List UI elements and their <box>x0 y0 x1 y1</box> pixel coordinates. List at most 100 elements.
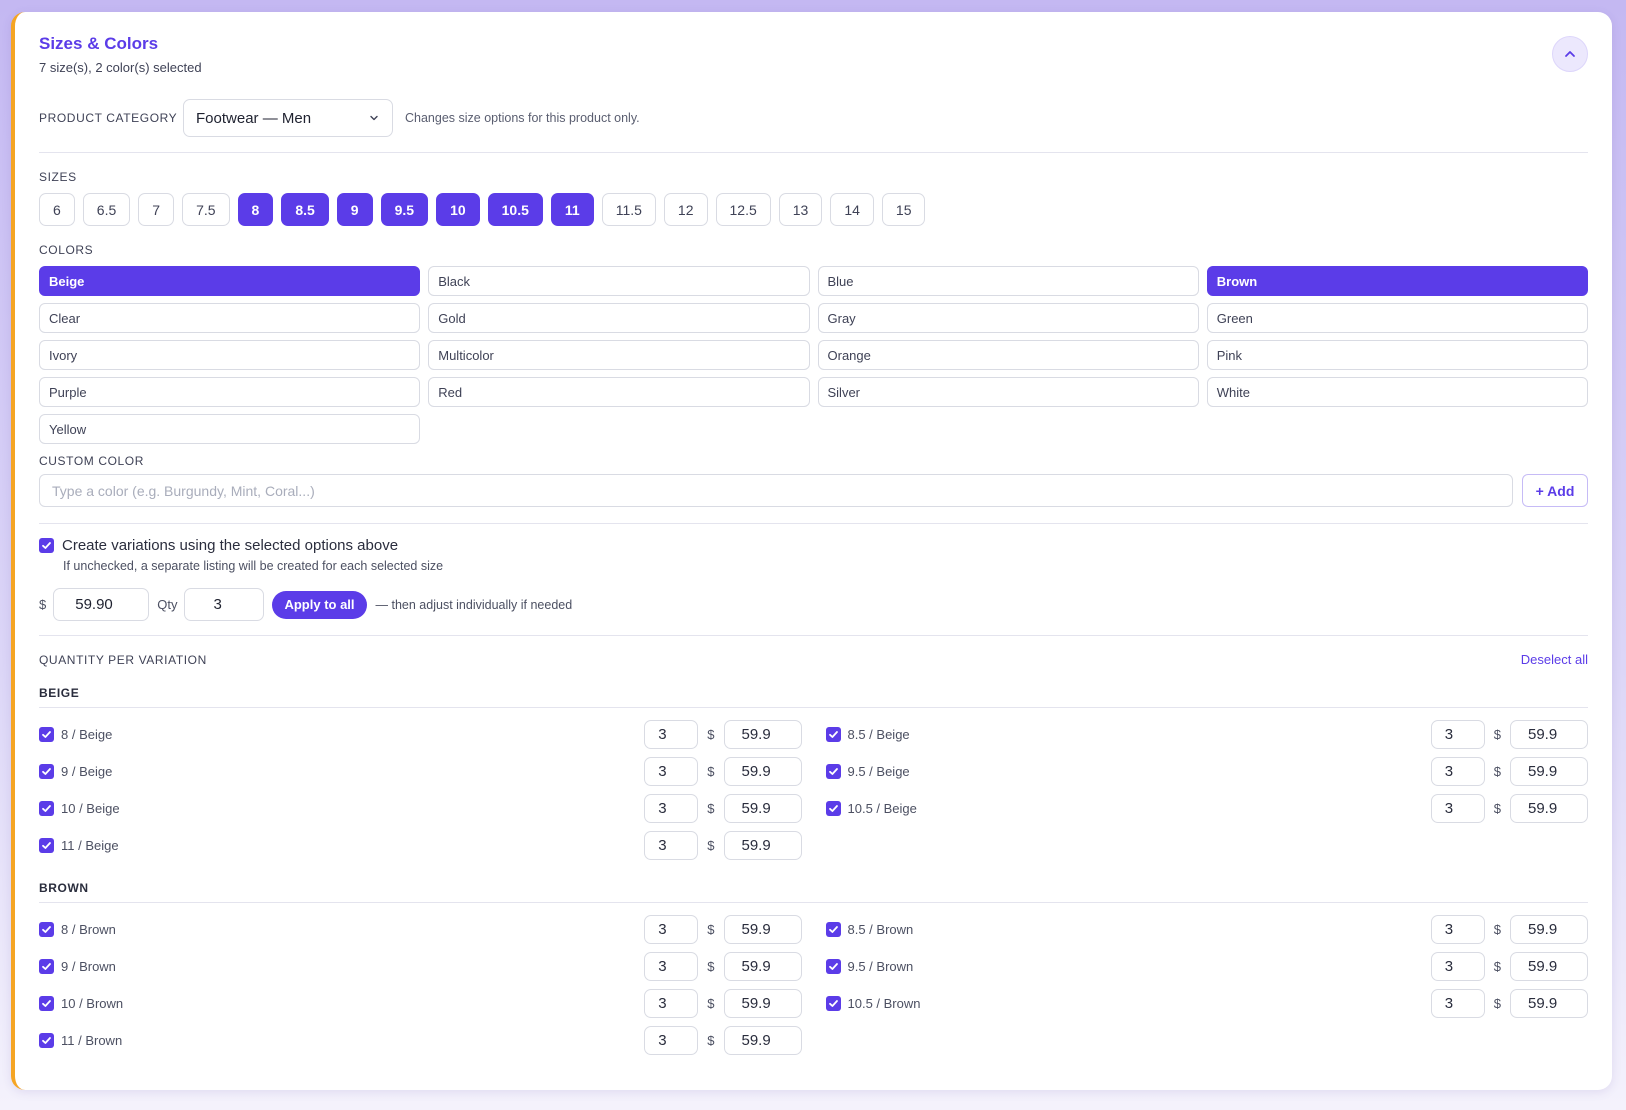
color-chip[interactable]: Orange <box>817 340 1199 370</box>
size-chip[interactable]: 8 <box>237 193 274 226</box>
color-chip[interactable]: Purple <box>39 377 421 407</box>
variation-row: 9.5 / Beige 3 $59.9 <box>825 757 1588 786</box>
variation-checkbox[interactable] <box>39 838 54 853</box>
color-chip[interactable]: Gray <box>817 303 1199 333</box>
variation-checkbox[interactable] <box>825 764 841 779</box>
variation-price-input[interactable]: 59.9 <box>723 952 802 981</box>
variation-checkbox[interactable] <box>39 922 54 937</box>
deselect-all-link[interactable]: Deselect all <box>1521 652 1588 667</box>
variation-qty-input[interactable]: 3 <box>1430 720 1485 749</box>
color-chip[interactable]: Brown <box>1206 266 1588 296</box>
variation-price-input[interactable]: 59.9 <box>1510 794 1588 823</box>
size-chip[interactable]: 9 <box>336 193 373 226</box>
size-chip[interactable]: 11 <box>550 193 594 226</box>
category-select[interactable]: Footwear — Men <box>183 99 393 137</box>
variation-checkbox[interactable] <box>825 922 841 937</box>
variation-qty-input[interactable]: 3 <box>644 757 699 786</box>
qty-label: Qty <box>157 597 178 612</box>
color-chip[interactable]: Multicolor <box>428 340 810 370</box>
size-chip[interactable]: 14 <box>830 193 874 226</box>
sizes-label: SIZES <box>39 170 77 184</box>
variation-qty-input[interactable]: 3 <box>1430 794 1485 823</box>
variation-price-input[interactable]: 59.9 <box>1510 989 1588 1018</box>
variation-checkbox[interactable] <box>825 959 841 974</box>
size-chip[interactable]: 10 <box>436 193 480 226</box>
size-chip[interactable]: 7.5 <box>182 193 230 226</box>
size-chip[interactable]: 12.5 <box>715 193 771 226</box>
variation-qty-input[interactable]: 3 <box>644 915 699 944</box>
variation-checkbox[interactable] <box>39 996 54 1011</box>
variation-price-input[interactable]: 59.9 <box>723 720 802 749</box>
variation-group: BEIGE 8 / Beige 3 $59.9 8.5 / Beige 3 $59.9 9 /… <box>39 686 1588 860</box>
color-chip[interactable]: Ivory <box>39 340 421 370</box>
variation-qty-input[interactable]: 3 <box>644 1026 699 1055</box>
variation-price-input[interactable]: 59.9 <box>723 989 802 1018</box>
variation-qty-input[interactable]: 3 <box>644 794 699 823</box>
color-chip[interactable]: Gold <box>428 303 810 333</box>
size-chip[interactable]: 10.5 <box>487 193 543 226</box>
variation-name: 8 / Beige <box>61 727 113 742</box>
variation-price-input[interactable]: 59.9 <box>723 831 802 860</box>
variation-checkbox[interactable] <box>825 996 841 1011</box>
variation-checkbox[interactable] <box>39 1033 54 1048</box>
variation-price-input[interactable]: 59.9 <box>723 915 802 944</box>
bulk-qty-input[interactable]: 3 <box>184 588 265 621</box>
size-chip[interactable]: 8.5 <box>281 193 329 226</box>
size-chip[interactable]: 12 <box>663 193 708 226</box>
variation-checkbox[interactable] <box>39 764 54 779</box>
bulk-price-input[interactable]: 59.90 <box>53 588 150 621</box>
size-chip[interactable]: 13 <box>778 193 823 226</box>
size-chip[interactable]: 9.5 <box>380 193 429 226</box>
size-chip[interactable]: 6 <box>39 193 75 226</box>
color-chip[interactable]: White <box>1206 377 1588 407</box>
variation-qty-input[interactable]: 3 <box>644 989 699 1018</box>
variation-qty-input[interactable]: 3 <box>644 831 699 860</box>
variations-label: Create variations using the selected opt… <box>62 537 399 554</box>
size-chip[interactable]: 6.5 <box>82 193 131 226</box>
variation-checkbox[interactable] <box>39 801 54 816</box>
apply-to-all-button[interactable]: Apply to all <box>272 590 367 619</box>
variation-checkbox[interactable] <box>825 801 841 816</box>
variation-price-input[interactable]: 59.9 <box>1510 720 1588 749</box>
variation-qty-input[interactable]: 3 <box>1430 952 1485 981</box>
variation-qty-input[interactable]: 3 <box>1430 989 1485 1018</box>
color-chip[interactable]: Clear <box>39 303 421 333</box>
checkmark-icon <box>42 963 51 970</box>
bulk-apply-row: $ 59.90 Qty 3 Apply to all — then adjust… <box>39 588 1588 621</box>
size-chip[interactable]: 15 <box>881 193 926 226</box>
variation-row: 11 / Brown 3 $59.9 <box>39 1026 802 1055</box>
add-color-button[interactable]: + Add <box>1522 474 1588 507</box>
checkmark-icon <box>42 926 51 933</box>
variation-qty-input[interactable]: 3 <box>1430 915 1485 944</box>
variation-price-input[interactable]: 59.9 <box>1510 757 1588 786</box>
variation-price-input[interactable]: 59.9 <box>1510 952 1588 981</box>
color-chip[interactable]: Beige <box>39 266 421 296</box>
color-chip[interactable]: Red <box>428 377 810 407</box>
variation-price-input[interactable]: 59.9 <box>723 757 802 786</box>
color-chip[interactable]: Black <box>428 266 810 296</box>
variation-checkbox[interactable] <box>39 727 54 742</box>
color-chip[interactable]: Pink <box>1206 340 1588 370</box>
variation-qty-input[interactable]: 3 <box>644 952 699 981</box>
category-value: Footwear — Men <box>196 109 312 127</box>
variation-checkbox[interactable] <box>825 727 841 742</box>
color-chip[interactable]: Silver <box>817 377 1199 407</box>
checkmark-icon <box>828 926 838 933</box>
variations-section: Create variations using the selected opt… <box>39 537 1588 573</box>
variation-price-input[interactable]: 59.9 <box>723 1026 802 1055</box>
size-chip[interactable]: 11.5 <box>601 193 656 226</box>
collapse-button[interactable] <box>1552 36 1588 72</box>
variation-checkbox[interactable] <box>39 959 54 974</box>
color-chip[interactable]: Yellow <box>39 414 421 444</box>
variation-price-input[interactable]: 59.9 <box>723 794 802 823</box>
custom-color-input[interactable] <box>39 474 1513 507</box>
chevron-up-icon <box>1565 51 1575 57</box>
variation-row: 11 / Beige 3 $59.9 <box>39 831 802 860</box>
variation-qty-input[interactable]: 3 <box>1430 757 1485 786</box>
color-chip[interactable]: Green <box>1206 303 1588 333</box>
variation-price-input[interactable]: 59.9 <box>1510 915 1588 944</box>
variation-qty-input[interactable]: 3 <box>644 720 699 749</box>
size-chip[interactable]: 7 <box>138 193 175 226</box>
color-chip[interactable]: Blue <box>817 266 1199 296</box>
variations-checkbox[interactable] <box>39 538 54 553</box>
